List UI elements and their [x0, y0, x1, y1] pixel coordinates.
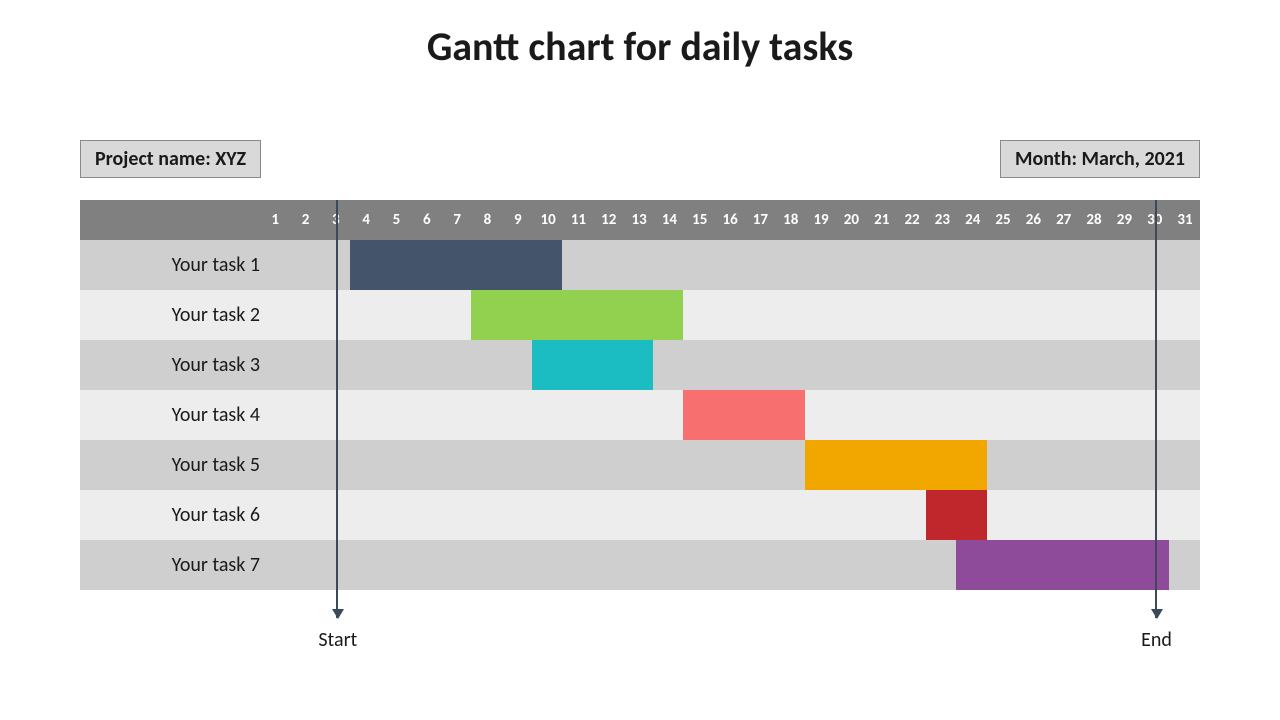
- arrow-down-icon: [332, 609, 344, 619]
- gantt-rows: Your task 1Your task 2Your task 3Your ta…: [80, 240, 1200, 590]
- task-label: Your task 4: [80, 390, 274, 440]
- day-header-cell: 16: [715, 211, 745, 229]
- day-header-cell: 25: [988, 211, 1018, 229]
- task-track: [274, 290, 1214, 340]
- day-header-cell: 10: [533, 211, 563, 229]
- day-header-cell: 9: [503, 211, 533, 229]
- end-marker-label: End: [1141, 628, 1172, 652]
- page-title: Gantt chart for daily tasks: [0, 22, 1280, 71]
- task-bar: [350, 240, 562, 290]
- day-header-cell: 8: [472, 211, 502, 229]
- day-header-cell: 2: [290, 211, 320, 229]
- gantt-row: Your task 6: [80, 490, 1200, 540]
- gantt-row: Your task 4: [80, 390, 1200, 440]
- task-bar: [532, 340, 653, 390]
- day-header-cell: 27: [1049, 211, 1079, 229]
- task-track: [274, 240, 1214, 290]
- task-bar: [805, 440, 987, 490]
- day-header-cell: 23: [927, 211, 957, 229]
- day-header-cell: 17: [745, 211, 775, 229]
- task-label: Your task 5: [80, 440, 274, 490]
- start-marker-line: Start: [336, 200, 338, 618]
- gantt-row: Your task 5: [80, 440, 1200, 490]
- task-track: [274, 540, 1214, 590]
- gantt-row: Your task 3: [80, 340, 1200, 390]
- day-header-cell: 20: [836, 211, 866, 229]
- gantt-header-spacer: [80, 200, 260, 240]
- start-marker-label: Start: [318, 628, 357, 652]
- task-label: Your task 1: [80, 240, 274, 290]
- day-header-cell: 11: [563, 211, 593, 229]
- task-track: [274, 490, 1214, 540]
- day-header-cell: 14: [654, 211, 684, 229]
- task-label: Your task 7: [80, 540, 274, 590]
- day-header-cell: 24: [958, 211, 988, 229]
- task-bar: [471, 290, 683, 340]
- project-name-box: Project name: XYZ: [80, 140, 261, 178]
- day-header-cell: 19: [806, 211, 836, 229]
- task-track: [274, 440, 1214, 490]
- day-header-cell: 4: [351, 211, 381, 229]
- day-header-cell: 5: [381, 211, 411, 229]
- task-label: Your task 3: [80, 340, 274, 390]
- gantt-day-scale: 1234567891011121314151617181920212223242…: [260, 200, 1200, 240]
- day-header-cell: 15: [685, 211, 715, 229]
- task-track: [274, 390, 1214, 440]
- task-bar: [956, 540, 1168, 590]
- day-header-cell: 7: [442, 211, 472, 229]
- task-bar: [683, 390, 804, 440]
- day-header-cell: 28: [1079, 211, 1109, 229]
- day-header-cell: 22: [897, 211, 927, 229]
- task-track: [274, 340, 1214, 390]
- month-box: Month: March, 2021: [1000, 140, 1200, 178]
- day-header-cell: 21: [867, 211, 897, 229]
- day-header-cell: 12: [594, 211, 624, 229]
- gantt-row: Your task 7: [80, 540, 1200, 590]
- gantt-chart: 1234567891011121314151617181920212223242…: [80, 200, 1200, 590]
- day-header-cell: 18: [776, 211, 806, 229]
- day-header-cell: 29: [1109, 211, 1139, 229]
- day-header-cell: 26: [1018, 211, 1048, 229]
- gantt-row: Your task 1: [80, 240, 1200, 290]
- day-header-cell: 6: [412, 211, 442, 229]
- task-label: Your task 2: [80, 290, 274, 340]
- task-label: Your task 6: [80, 490, 274, 540]
- arrow-down-icon: [1151, 609, 1163, 619]
- day-header-cell: 31: [1170, 211, 1200, 229]
- day-header-cell: 13: [624, 211, 654, 229]
- end-marker-line: End: [1155, 200, 1157, 618]
- day-header-cell: 1: [260, 211, 290, 229]
- task-bar: [926, 490, 987, 540]
- gantt-header-row: 1234567891011121314151617181920212223242…: [80, 200, 1200, 240]
- gantt-row: Your task 2: [80, 290, 1200, 340]
